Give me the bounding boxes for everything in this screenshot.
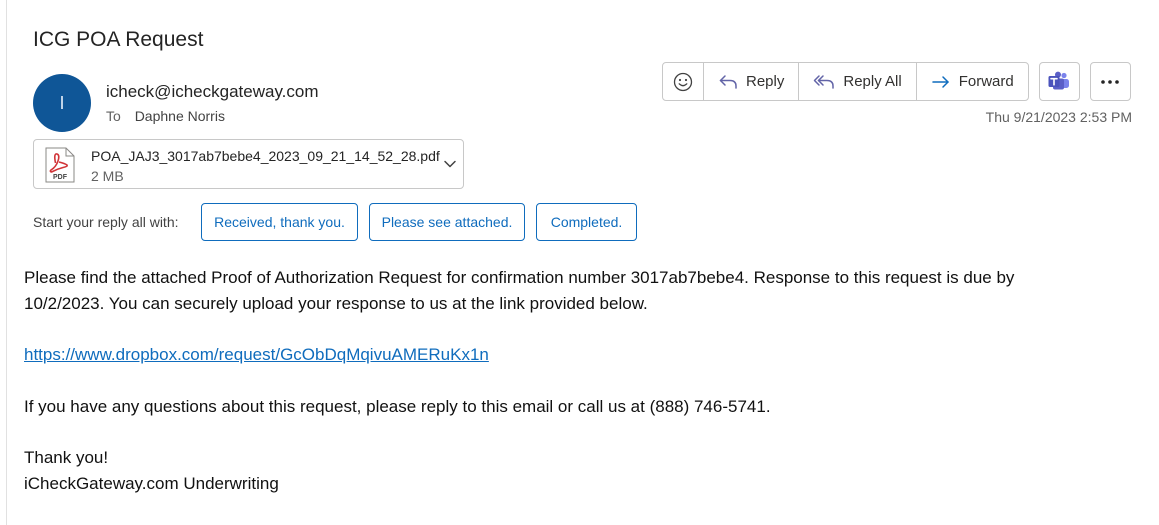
suggested-reply-completed[interactable]: Completed. — [536, 203, 637, 241]
forward-arrow-icon — [931, 75, 949, 88]
pdf-file-icon: PDF — [45, 147, 75, 183]
attachment-file-size: 2 MB — [91, 168, 124, 184]
more-icon — [1101, 79, 1120, 84]
forward-button[interactable]: Forward — [915, 63, 1028, 100]
reply-all-icon — [814, 74, 835, 89]
recipient-line: To Daphne Norris — [106, 108, 225, 124]
suggested-reply-attached[interactable]: Please see attached. — [369, 203, 525, 241]
more-actions-button[interactable] — [1089, 62, 1131, 101]
upload-link[interactable]: https://www.dropbox.com/request/GcObDqMq… — [24, 342, 489, 368]
reply-icon — [719, 74, 737, 89]
sender-address[interactable]: icheck@icheckgateway.com — [106, 82, 319, 102]
reply-all-label: Reply All — [843, 73, 902, 90]
reply-label: Reply — [746, 73, 785, 90]
reply-button-group: Reply Reply All Forward — [662, 62, 1029, 101]
attachment-file-name: POA_JAJ3_3017ab7bebe4_2023_09_21_14_52_2… — [91, 148, 440, 164]
attachment-card[interactable]: PDF POA_JAJ3_3017ab7bebe4_2023_09_21_14_… — [33, 139, 464, 189]
chevron-down-icon[interactable] — [443, 158, 457, 170]
recipient-name[interactable]: Daphne Norris — [135, 108, 225, 124]
suggested-reply-label: Start your reply all with: — [33, 214, 179, 230]
forward-label: Forward — [958, 73, 1014, 90]
to-label: To — [106, 108, 121, 124]
received-date: Thu 9/21/2023 2:53 PM — [985, 109, 1132, 125]
suggested-reply-received[interactable]: Received, thank you. — [201, 203, 358, 241]
reply-all-button[interactable]: Reply All — [798, 63, 915, 100]
reply-button[interactable]: Reply — [703, 63, 798, 100]
pane-divider — [6, 0, 7, 525]
reaction-button[interactable] — [663, 63, 703, 100]
message-actions-toolbar: Reply Reply All Forward — [662, 62, 1131, 101]
teams-icon — [1048, 71, 1070, 89]
avatar-initial: I — [59, 92, 65, 113]
teams-button[interactable] — [1038, 62, 1080, 101]
body-signature: iCheckGateway.com Underwriting — [24, 474, 279, 493]
pdf-badge-text: PDF — [53, 174, 68, 181]
body-contact-line: If you have any questions about this req… — [24, 397, 771, 416]
sender-avatar[interactable]: I — [33, 74, 91, 132]
body-closing: Thank you! — [24, 448, 109, 467]
body-paragraph-line-1: Please find the attached Proof of Author… — [24, 268, 1015, 287]
email-subject: ICG POA Request — [33, 28, 204, 51]
smiley-icon — [673, 72, 693, 91]
body-paragraph-line-2: 10/2/2023. You can securely upload your … — [24, 294, 648, 313]
